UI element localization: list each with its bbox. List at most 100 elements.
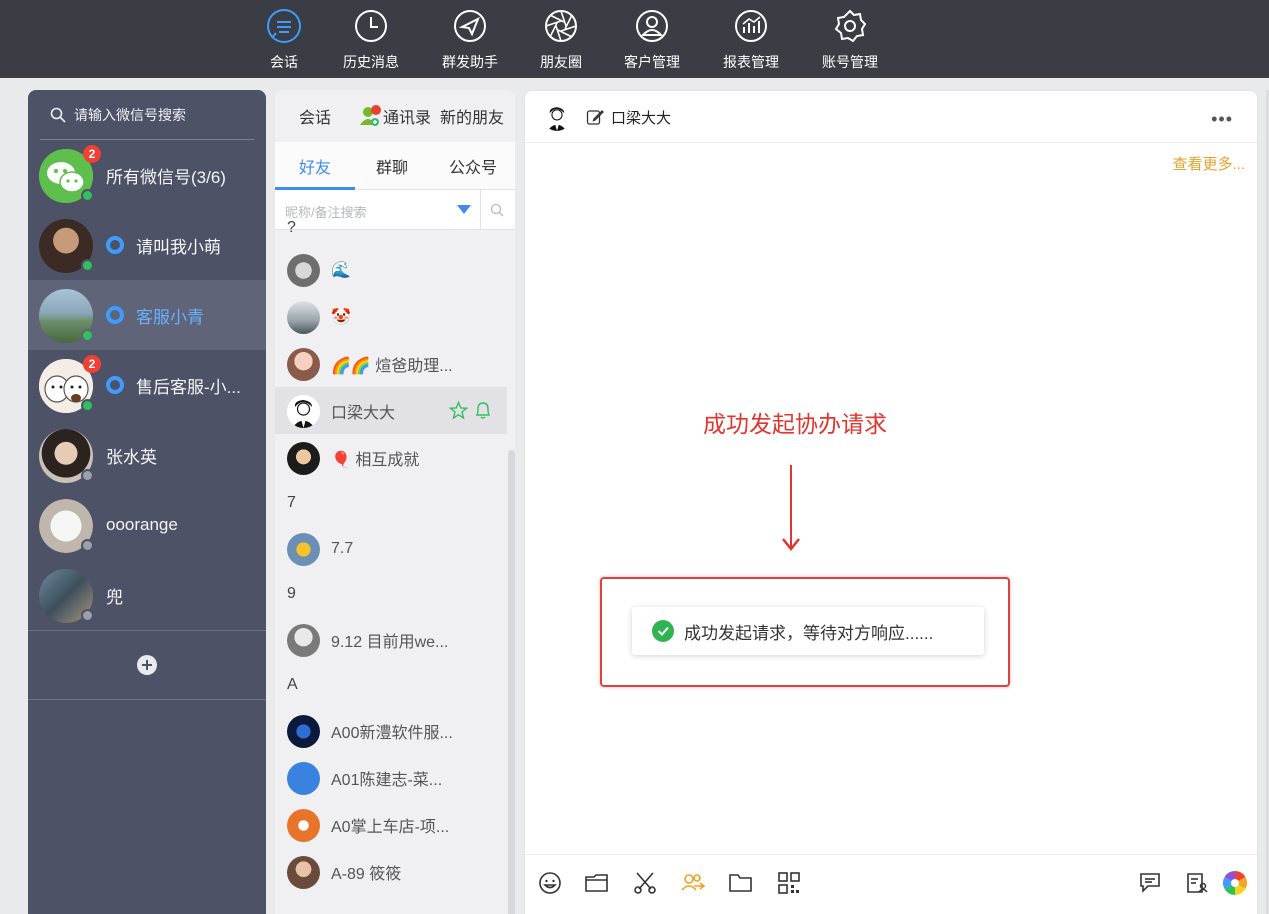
nav-label: 群发助手 [442,54,498,70]
emoji-icon[interactable] [536,869,564,897]
toast-message: 成功发起请求，等待对方响应...... [684,623,934,643]
tab-address-book-label: 通讯录 [383,110,432,127]
online-indicator [81,399,94,412]
list-item[interactable]: A0掌上车店-项... [275,801,507,848]
avatar [287,624,320,657]
bell-icon[interactable] [474,400,492,420]
unread-badge: 2 [83,355,101,373]
card-icon[interactable] [1183,869,1211,897]
scissors-icon[interactable] [631,869,659,897]
annotation-text: 成功发起协办请求 [703,411,887,437]
tab-new-friends[interactable]: 新的朋友 [440,90,504,142]
avatar [287,809,320,842]
account-row-selected[interactable]: 客服小青 [28,280,266,350]
status-ring-icon [106,376,124,394]
colorwheel-icon[interactable] [1221,869,1249,897]
list-item[interactable]: 9.12 目前用we... [275,616,507,663]
see-more-link[interactable]: 查看更多... [1172,153,1245,174]
account-name: 张水英 [106,447,157,467]
list-item[interactable]: 7.7 [275,525,507,572]
nav-item-chat[interactable]: 会话 [264,0,304,78]
account-name: 客服小青 [106,280,204,350]
contact-name: 🎈 相互成就 [331,451,420,469]
group-assist-icon[interactable] [679,869,707,897]
list-item[interactable]: 🌊 [275,246,507,293]
list-item[interactable]: A01陈建志-菜... [275,754,507,801]
subtab-friends[interactable]: 好友 [299,142,331,190]
contact-list: ? 🌊 🤡 🌈🌈 煊爸助理... 口梁大大 🎈 相互成就 7 7.7 9 9.1… [275,218,507,895]
nav-label: 历史消息 [343,54,399,70]
search-icon[interactable] [490,203,504,217]
nav-item-moments[interactable]: 朋友圈 [539,0,583,78]
avatar [287,348,320,381]
address-book-icon [360,105,381,126]
contact-list-scrollbar[interactable] [508,450,515,914]
account-row-all[interactable]: 2 所有微信号(3/6) [28,140,266,210]
contact-subtabs: 好友 群聊 公众号 [275,142,515,190]
account-row[interactable]: 请叫我小萌 [28,210,266,280]
account-row[interactable]: ooorange [28,490,266,560]
subtab-groups[interactable]: 群聊 [376,142,408,190]
list-item-selected[interactable]: 口梁大大 [275,387,507,434]
group-header: 7 [287,494,296,511]
subtab-official-accounts[interactable]: 公众号 [449,142,497,190]
list-item[interactable]: 🤡 [275,293,507,340]
account-row[interactable]: 2 售后客服-小... [28,350,266,420]
search-icon [50,107,66,123]
star-icon[interactable] [449,401,468,420]
chat-toolbar [525,854,1257,912]
account-name: 售后客服-小... [106,350,241,420]
account-search[interactable]: 请输入微信号搜索 [40,90,254,140]
nav-item-history[interactable]: 历史消息 [341,0,401,78]
check-circle-icon [652,620,674,642]
folder-icon[interactable] [583,869,611,897]
contact-name: 🌈🌈 煊爸助理... [331,357,453,375]
add-account-button[interactable] [28,630,266,700]
nav-item-accounts[interactable]: 账号管理 [820,0,880,78]
contact-name: 🤡 [331,308,351,326]
nav-item-broadcast[interactable]: 群发助手 [440,0,500,78]
list-item[interactable]: A00新澧软件服... [275,707,507,754]
chat-avatar[interactable] [543,103,571,131]
account-name: 所有微信号(3/6) [106,167,226,187]
offline-indicator [81,539,94,552]
qrcode-icon[interactable] [775,869,803,897]
group-header: A [287,676,298,693]
edit-icon[interactable] [586,108,604,126]
avatar [287,254,320,287]
online-indicator [81,259,94,272]
list-item[interactable]: 🎈 相互成就 [275,434,507,481]
contact-name: 7.7 [331,539,354,557]
tab-address-book[interactable]: 通讯录 [357,90,431,142]
account-panel: 请输入微信号搜索 2 所有微信号(3/6) 请叫我小萌 客服小青 2 售后客服-… [28,90,266,914]
account-row[interactable]: 兜 [28,560,266,630]
dropdown-triangle-icon[interactable] [457,205,471,215]
list-item[interactable]: A-89 筱筱 [275,848,507,895]
group-header: 9 [287,585,296,602]
message-icon[interactable] [1137,869,1165,897]
list-item[interactable]: 🌈🌈 煊爸助理... [275,340,507,387]
offline-indicator [81,609,94,622]
contacts-panel: 会话 通讯录 新的朋友 好友 群聊 公众号 昵称/备注搜索 ? 🌊 🤡 🌈🌈 煊… [275,90,515,914]
nav-item-customers[interactable]: 客户管理 [622,0,682,78]
account-name: ooorange [106,515,178,534]
clock-icon [351,6,391,46]
account-name: 请叫我小萌 [106,210,221,280]
nav-item-reports[interactable]: 报表管理 [721,0,781,78]
chat-panel: 口梁大大 ••• 查看更多... 成功发起协办请求 成功发起请求，等待对方响应.… [524,90,1258,914]
avatar [287,442,320,475]
status-ring-icon [106,236,124,254]
tab-conversations[interactable]: 会话 [299,90,331,142]
more-options-icon[interactable]: ••• [1211,109,1233,130]
nav-label: 报表管理 [723,54,779,70]
account-search-placeholder: 请输入微信号搜索 [74,106,186,123]
offline-indicator [81,469,94,482]
group-header: ? [287,219,296,236]
online-indicator [81,329,94,342]
chat-icon [264,6,304,46]
unread-badge: 2 [83,145,101,163]
nav-label: 朋友圈 [540,54,582,70]
account-row[interactable]: 张水英 [28,420,266,490]
file-icon[interactable] [727,869,755,897]
chat-header: 口梁大大 ••• [525,91,1257,143]
